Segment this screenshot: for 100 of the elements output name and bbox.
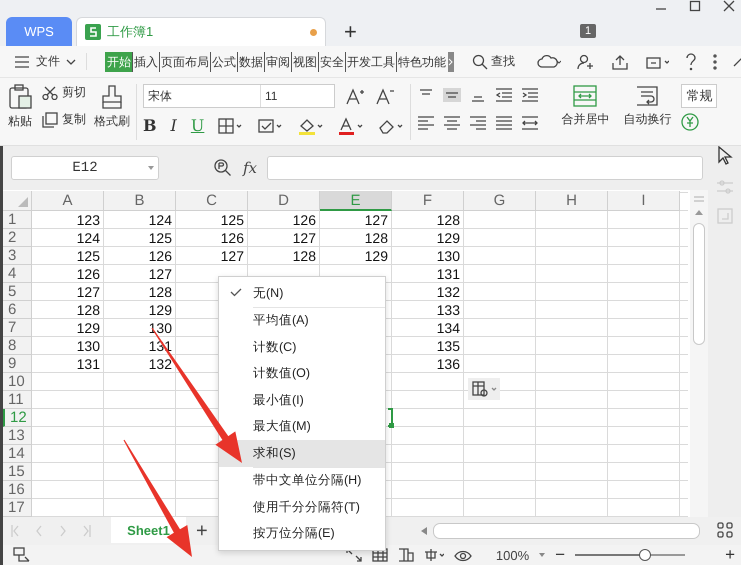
- horizontal-scrollbar[interactable]: [433, 523, 700, 539]
- menu-item[interactable]: 计数(C): [219, 334, 385, 360]
- row-header[interactable]: 17: [3, 499, 32, 517]
- share-icon[interactable]: [611, 54, 629, 70]
- column-header[interactable]: I: [608, 191, 680, 211]
- column-header[interactable]: G: [464, 191, 536, 211]
- selected-cell-border[interactable]: [388, 408, 393, 427]
- paste-button[interactable]: 粘贴: [8, 84, 32, 130]
- menu-item[interactable]: 最小值(I): [219, 387, 385, 414]
- ribbon-tab[interactable]: 审阅: [264, 52, 291, 72]
- menu-item[interactable]: 平均值(A): [219, 308, 385, 334]
- row-header[interactable]: 11: [3, 391, 32, 409]
- distribute-icon[interactable]: [521, 116, 540, 130]
- workbook-tab[interactable]: 工作簿1: [76, 17, 326, 46]
- column-header[interactable]: B: [104, 191, 176, 211]
- function-button[interactable]: fx: [243, 159, 258, 177]
- zoom-formula-icon[interactable]: [213, 158, 233, 178]
- borders-icon[interactable]: [218, 118, 244, 134]
- cell-style-icon[interactable]: [258, 118, 284, 134]
- cloud-icon[interactable]: [537, 54, 561, 70]
- row-header[interactable]: 16: [3, 481, 32, 499]
- scrollbar-thumb[interactable]: [693, 223, 705, 345]
- row-header[interactable]: 13: [3, 427, 32, 445]
- window-count-badge[interactable]: 1: [580, 24, 596, 38]
- row-header[interactable]: 6: [3, 301, 32, 319]
- font-style-button[interactable]: B: [143, 116, 157, 135]
- column-header[interactable]: A: [32, 191, 104, 211]
- align-right-icon[interactable]: [469, 116, 488, 130]
- scroll-right-icon[interactable]: [448, 52, 454, 72]
- page-break-icon[interactable]: [398, 548, 414, 562]
- column-header[interactable]: F: [392, 191, 464, 211]
- column-header[interactable]: H: [536, 191, 608, 211]
- decrease-indent-icon[interactable]: [495, 88, 514, 102]
- number-format-selector[interactable]: 常规: [681, 84, 718, 108]
- caret-icon[interactable]: [539, 553, 546, 557]
- ribbon-tab[interactable]: 页面布局: [159, 52, 210, 72]
- wrap-text-button[interactable]: 自动换行: [623, 84, 672, 128]
- sheet-status-icon[interactable]: [13, 547, 31, 563]
- menu-item[interactable]: 最大值(M): [219, 414, 385, 440]
- row-header[interactable]: 2: [3, 229, 32, 247]
- sliders-icon[interactable]: [716, 180, 734, 194]
- slider-thumb[interactable]: [639, 549, 652, 561]
- pointer-icon[interactable]: [716, 146, 732, 166]
- menu-item[interactable]: 按万位分隔(E): [219, 520, 385, 547]
- zoom-in-button[interactable]: +: [725, 545, 735, 565]
- search-button[interactable]: 查找: [491, 53, 515, 70]
- menu-item[interactable]: 无(N): [219, 280, 385, 306]
- row-header[interactable]: 9: [3, 355, 32, 373]
- add-user-icon[interactable]: [577, 54, 595, 70]
- new-tab-button[interactable]: +: [344, 18, 357, 44]
- align-center-icon[interactable]: [443, 116, 462, 130]
- grid-view-icon[interactable]: [717, 522, 733, 538]
- copy-button[interactable]: 复制: [42, 111, 86, 128]
- fill-color-icon[interactable]: [298, 116, 324, 134]
- row-header[interactable]: 14: [3, 445, 32, 463]
- increase-indent-icon[interactable]: [521, 88, 540, 102]
- ribbon-tab[interactable]: 开发工具: [345, 52, 396, 72]
- menu-icon[interactable]: [14, 54, 30, 68]
- name-box[interactable]: E12: [11, 156, 159, 180]
- file-menu[interactable]: 文件: [36, 53, 60, 70]
- maximize-icon[interactable]: [689, 0, 701, 12]
- more-icon[interactable]: [713, 54, 717, 70]
- chevron-down-icon[interactable]: [66, 58, 76, 66]
- close-icon[interactable]: [723, 0, 735, 12]
- eraser-icon[interactable]: [378, 118, 404, 134]
- row-header[interactable]: 4: [3, 265, 32, 283]
- menu-item[interactable]: 求和(S): [219, 440, 385, 466]
- column-header[interactable]: C: [176, 191, 248, 211]
- paste-options-icon[interactable]: [470, 380, 498, 398]
- font-color-icon[interactable]: [338, 116, 364, 134]
- scroll-handle-icon[interactable]: [693, 196, 705, 202]
- cut-button[interactable]: 剪切: [42, 84, 86, 101]
- add-sheet-button[interactable]: +: [196, 520, 208, 542]
- eye-icon[interactable]: [454, 548, 472, 562]
- scroll-left-icon[interactable]: [421, 527, 427, 535]
- font-selector[interactable]: 宋体 11: [143, 84, 335, 108]
- row-header[interactable]: 3: [3, 247, 32, 265]
- ribbon-tab[interactable]: 安全: [318, 52, 345, 72]
- font-style-button[interactable]: I: [170, 116, 177, 135]
- ribbon-tab[interactable]: 数据: [237, 52, 264, 72]
- zoom-level[interactable]: 100%: [496, 548, 530, 562]
- ribbon-tab[interactable]: 特色功能: [396, 52, 447, 72]
- ribbon-tab[interactable]: 视图: [291, 52, 318, 72]
- menu-item[interactable]: 计数值(O): [219, 360, 385, 387]
- increase-font-icon[interactable]: [345, 87, 365, 105]
- zoom-out-button[interactable]: −: [555, 545, 566, 565]
- scroll-up-icon[interactable]: [695, 210, 703, 215]
- column-header[interactable]: D: [248, 191, 320, 211]
- row-header[interactable]: 5: [3, 283, 32, 301]
- row-header[interactable]: 15: [3, 463, 32, 481]
- menu-item[interactable]: 使用千分分隔符(T): [219, 494, 385, 520]
- row-header[interactable]: 8: [3, 337, 32, 355]
- page-layout-icon[interactable]: [424, 548, 444, 562]
- align-middle-icon[interactable]: [443, 88, 462, 102]
- merge-center-button[interactable]: 合并居中: [561, 84, 610, 128]
- help-icon[interactable]: [685, 52, 697, 70]
- row-header[interactable]: 7: [3, 319, 32, 337]
- decrease-font-icon[interactable]: [375, 87, 395, 105]
- format-painter-button[interactable]: 格式刷: [94, 84, 130, 130]
- search-icon[interactable]: [472, 54, 488, 70]
